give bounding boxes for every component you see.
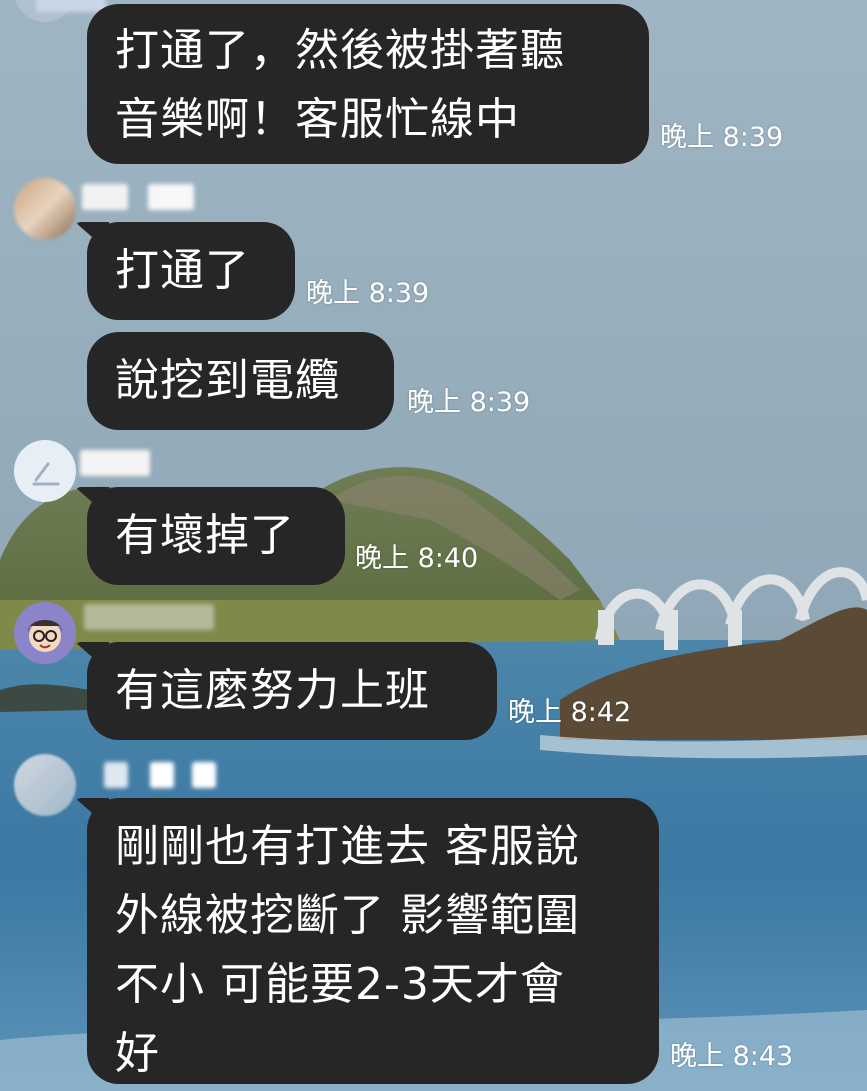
- sender-name-blurred: [148, 184, 194, 210]
- message-timestamp: 晚上 8:39: [407, 387, 531, 418]
- message-bubble[interactable]: 打通了: [87, 222, 295, 320]
- sender-name-blurred: [82, 184, 128, 210]
- sender-name-blurred: [150, 762, 174, 788]
- avatar-cartoon-icon[interactable]: [14, 602, 76, 664]
- message-timestamp: 晚上 8:43: [670, 1041, 794, 1072]
- sender-name-blurred: [80, 450, 150, 476]
- avatar-photo-icon[interactable]: [14, 178, 76, 240]
- message-bubble[interactable]: 有壞掉了: [87, 487, 345, 585]
- sender-name-blurred: [104, 762, 128, 788]
- message-timestamp: 晚上 8:39: [306, 278, 430, 309]
- sender-name-blurred: [84, 604, 214, 630]
- message-timestamp: 晚上 8:40: [355, 543, 479, 574]
- message-bubble[interactable]: 有這麼努力上班: [87, 642, 497, 740]
- sender-name-blurred: [192, 762, 216, 788]
- avatar-light-icon[interactable]: [14, 440, 76, 502]
- message-timestamp: 晚上 8:42: [508, 697, 632, 728]
- message-timestamp: 晚上 8:39: [660, 122, 784, 153]
- message-bubble[interactable]: 打通了，然後被掛著聽 音樂啊！客服忙線中: [87, 4, 649, 164]
- avatar-photo-icon[interactable]: [14, 754, 76, 816]
- sender-name-blurred: [36, 0, 106, 12]
- message-bubble[interactable]: 剛剛也有打進去 客服說 外線被挖斷了 影響範圍 不小 可能要2-3天才會 好: [87, 798, 659, 1084]
- message-bubble[interactable]: 說挖到電纜: [87, 332, 394, 430]
